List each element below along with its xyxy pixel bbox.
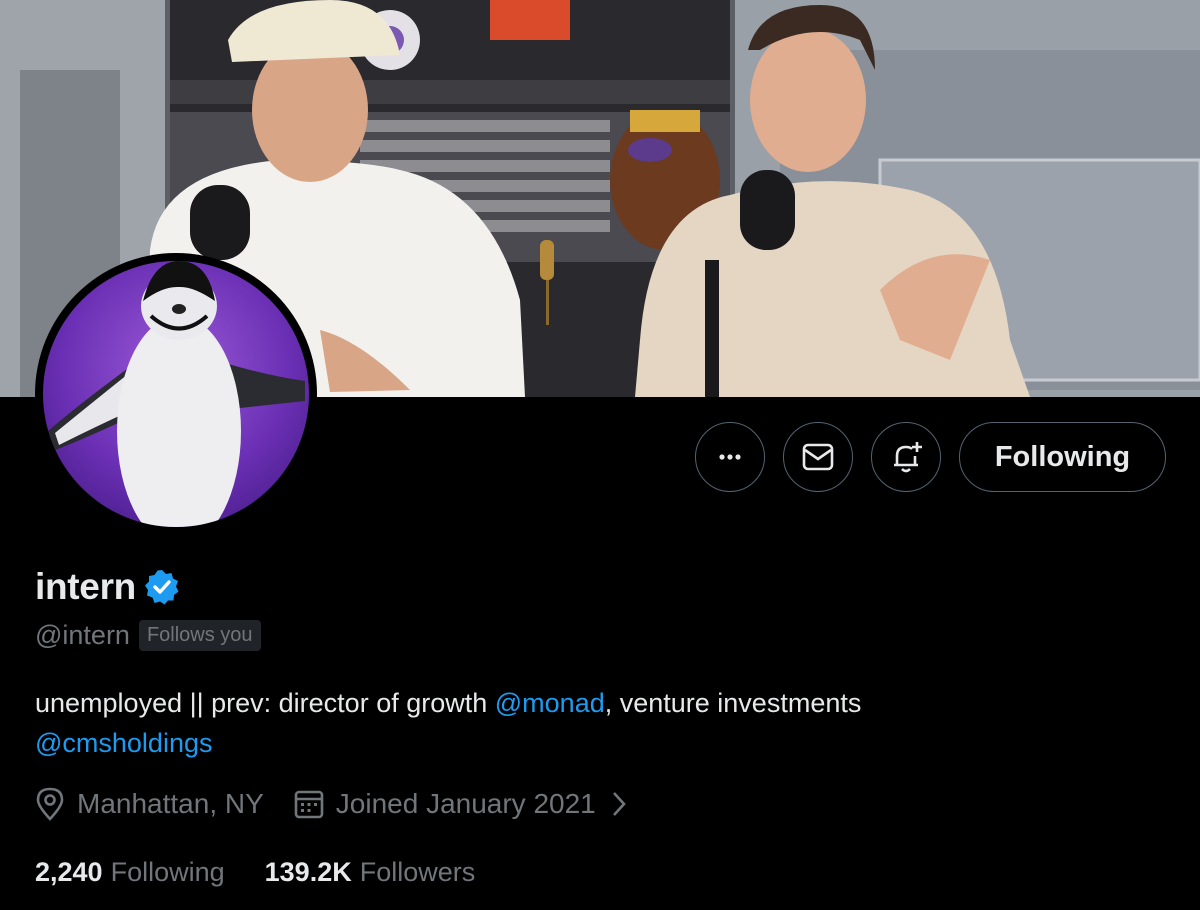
following-button[interactable]: Following xyxy=(959,422,1166,492)
location-item: Manhattan, NY xyxy=(35,787,264,821)
verified-badge-icon[interactable] xyxy=(144,569,180,605)
location-text: Manhattan, NY xyxy=(77,788,264,819)
location-pin-icon xyxy=(36,787,64,821)
chevron-right-icon xyxy=(612,792,626,816)
follow-stats: 2,240 Following 139.2K Followers xyxy=(35,857,475,888)
more-icon xyxy=(719,454,741,460)
followers-stat-link[interactable]: 139.2K Followers xyxy=(265,857,476,888)
avatar-image xyxy=(43,261,309,527)
bell-plus-icon xyxy=(894,442,922,473)
more-button[interactable] xyxy=(695,422,765,492)
handle-row: @intern Follows you xyxy=(35,620,261,651)
penguin-image xyxy=(48,261,305,527)
following-label: Following xyxy=(110,857,225,887)
profile-meta: Manhattan, NY Joined January 2021 xyxy=(35,787,630,821)
user-handle: @intern xyxy=(35,620,130,650)
following-count: 2,240 xyxy=(35,857,103,887)
mail-icon xyxy=(802,443,834,471)
joined-text: Joined January 2021 xyxy=(335,788,596,819)
notify-button[interactable] xyxy=(871,422,941,492)
followers-label: Followers xyxy=(359,857,476,887)
following-stat-link[interactable]: 2,240 Following xyxy=(35,857,225,888)
mention-link-cmsholdings[interactable]: @cmsholdings xyxy=(35,728,212,758)
name-row: intern xyxy=(35,566,180,608)
bio-text: unemployed || prev: director of growth xyxy=(35,688,495,718)
calendar-icon xyxy=(294,790,324,819)
profile-avatar[interactable] xyxy=(35,253,317,535)
display-name: intern xyxy=(35,566,136,607)
message-button[interactable] xyxy=(783,422,853,492)
follows-you-badge: Follows you xyxy=(138,620,261,651)
mention-link-monad[interactable]: @monad xyxy=(495,688,605,718)
profile-bio: unemployed || prev: director of growth @… xyxy=(35,683,1155,763)
followers-count: 139.2K xyxy=(264,857,352,887)
joined-item[interactable]: Joined January 2021 xyxy=(294,788,630,820)
bio-text: , venture investments xyxy=(604,688,862,718)
